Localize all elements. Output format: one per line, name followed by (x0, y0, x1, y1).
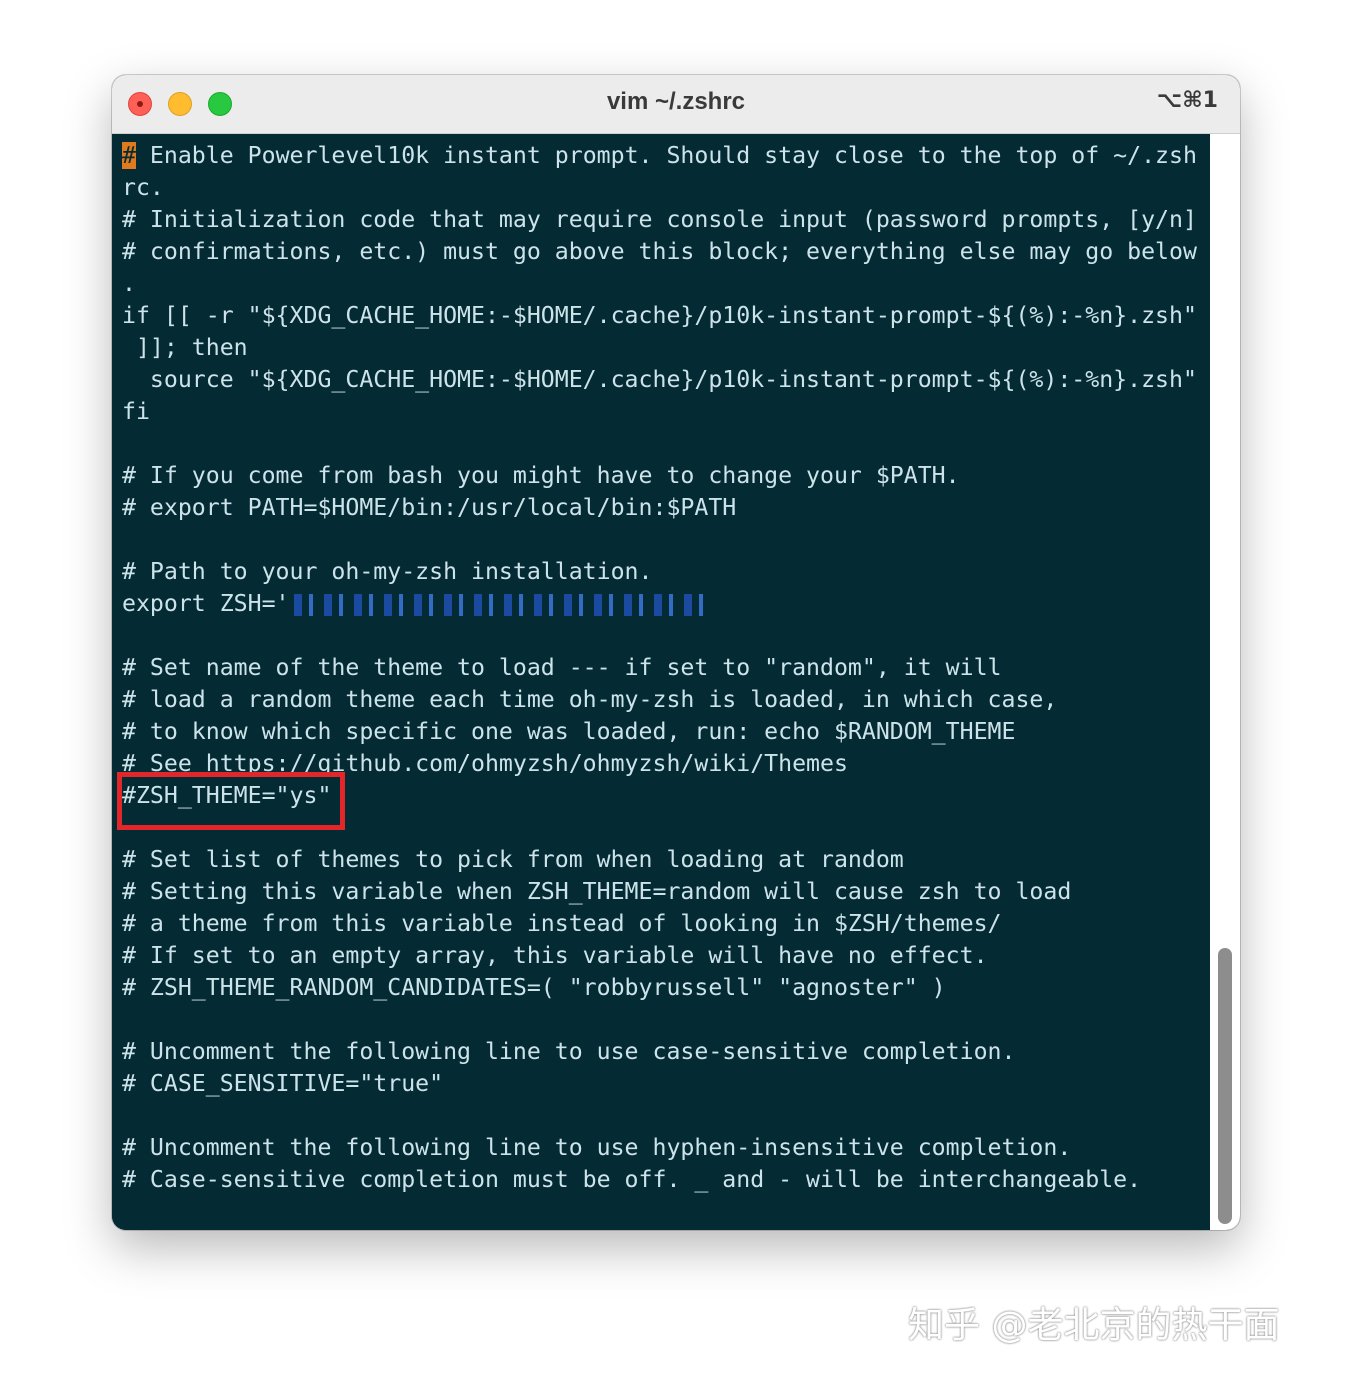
window-shortcut: ⌥⌘1 (1156, 88, 1218, 113)
editor-line: # Initialization code that may require c… (122, 206, 1197, 233)
editor-text: # Enable Powerlevel10k instant prompt. S… (122, 140, 1197, 1196)
editor-line: # Path to your oh-my-zsh installation. (122, 558, 653, 585)
vim-editor[interactable]: # Enable Powerlevel10k instant prompt. S… (112, 134, 1210, 1230)
editor-line: # ZSH_THEME_RANDOM_CANDIDATES=( "robbyru… (122, 974, 946, 1001)
editor-line: rc. (122, 174, 164, 201)
title-bar[interactable]: vim ~/.zshrc ⌥⌘1 (112, 75, 1240, 134)
editor-line: ]]; then (122, 334, 248, 361)
editor-line: source "${XDG_CACHE_HOME:-$HOME/.cache}/… (122, 366, 1197, 393)
editor-line: # Case-sensitive completion must be off.… (122, 1166, 1142, 1193)
editor-line: # to know which specific one was loaded,… (122, 718, 1016, 745)
editor-line: # confirmations, etc.) must go above thi… (122, 238, 1197, 265)
editor-line: # CASE_SENSITIVE="true" (122, 1070, 444, 1097)
editor-line: # Setting this variable when ZSH_THEME=r… (122, 878, 1072, 905)
window-title: vim ~/.zshrc (606, 88, 746, 115)
editor-line: # load a random theme each time oh-my-zs… (122, 686, 1058, 713)
editor-line: # Set list of themes to pick from when l… (122, 846, 904, 873)
editor-line: # a theme from this variable instead of … (122, 910, 1002, 937)
terminal-window: vim ~/.zshrc ⌥⌘1 # Enable Powerlevel10k … (112, 75, 1240, 1230)
scrollbar-thumb[interactable] (1218, 948, 1232, 1224)
redacted-path (293, 593, 714, 616)
editor-line: # If set to an empty array, this variabl… (122, 942, 988, 969)
editor-line: export ZSH=' (122, 588, 1197, 620)
editor-line: fi (122, 398, 150, 425)
editor-line: # If you come from bash you might have t… (122, 462, 960, 489)
watermark: 知乎 @老北京的热干面 (908, 1305, 1280, 1346)
editor-line: # Uncomment the following line to use hy… (122, 1134, 1072, 1161)
editor-line: if [[ -r "${XDG_CACHE_HOME:-$HOME/.cache… (122, 302, 1197, 329)
cursor: # (122, 142, 136, 169)
editor-line: . (122, 270, 136, 297)
editor-line: # Enable Powerlevel10k instant prompt. S… (122, 142, 1197, 169)
zsh-theme-highlight-box (117, 772, 345, 830)
scrollbar[interactable] (1210, 134, 1240, 1230)
editor-line: # export PATH=$HOME/bin:/usr/local/bin:$… (122, 494, 737, 521)
editor-line: # Uncomment the following line to use ca… (122, 1038, 1016, 1065)
editor-line: # Set name of the theme to load --- if s… (122, 654, 1002, 681)
